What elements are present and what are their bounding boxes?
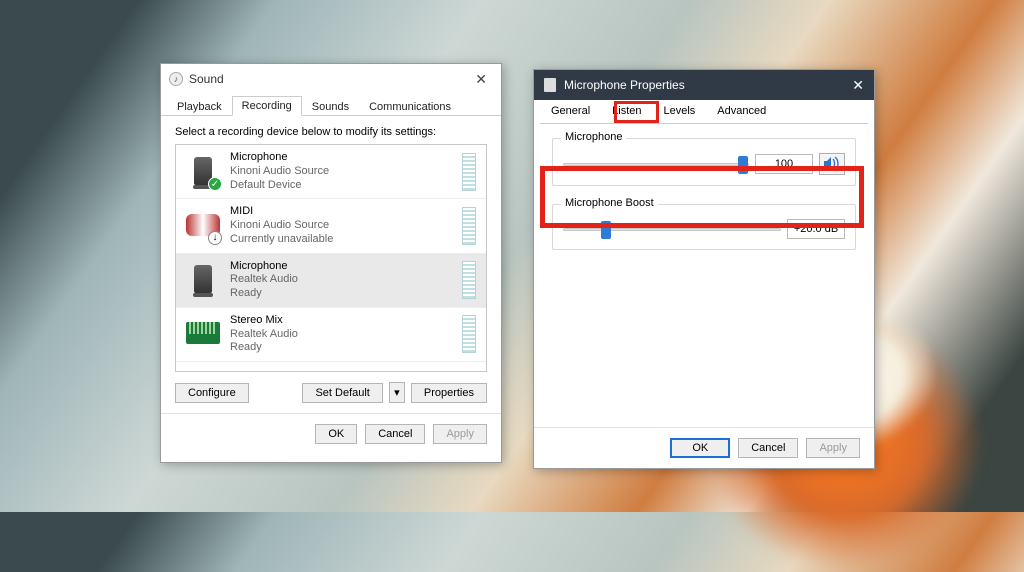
speaker-icon [823,156,841,172]
slider-thumb[interactable] [601,221,611,239]
device-row-mic-kinoni[interactable]: ✓ Microphone Kinoni Audio Source Default… [176,145,486,199]
sound-tabs: Playback Recording Sounds Communications [161,94,501,116]
sound-footer-buttons: OK Cancel Apply [161,413,501,454]
close-icon[interactable]: ✕ [469,71,493,88]
device-list[interactable]: ✓ Microphone Kinoni Audio Source Default… [175,144,487,372]
level-meter [462,261,476,299]
tab-sounds[interactable]: Sounds [302,97,359,116]
sound-icon: ♪ [169,72,183,86]
microphone-boost-slider[interactable] [563,228,781,231]
microphone-level-slider[interactable] [563,163,749,166]
set-default-button[interactable]: Set Default [302,383,382,403]
set-default-dropdown[interactable]: ▾ [389,382,405,403]
properties-button[interactable]: Properties [411,383,487,403]
mic-title-text: Microphone Properties [564,78,685,92]
microphone-level-label: Microphone [561,131,626,143]
device-row-stereo-mix[interactable]: Stereo Mix Realtek Audio Ready [176,308,486,362]
device-text: MIDI Kinoni Audio Source Currently unava… [230,205,333,246]
sound-dialog: ♪ Sound ✕ Playback Recording Sounds Comm… [160,63,502,463]
mic-tabs: General Listen Levels Advanced [540,100,868,124]
cancel-button[interactable]: Cancel [738,438,798,458]
microphone-icon [544,78,556,92]
level-meter [462,315,476,353]
level-meter [462,153,476,191]
level-meter [462,207,476,245]
microphone-level-value[interactable]: 100 [755,154,813,174]
mute-toggle-button[interactable] [819,153,845,175]
sound-instruction: Select a recording device below to modif… [161,116,501,144]
microphone-boost-label: Microphone Boost [561,197,658,209]
microphone-icon: ✓ [186,155,220,189]
sound-title-text: Sound [189,72,224,86]
microphone-icon [186,263,220,297]
microphone-boost-section: Microphone Boost +20.0 dB [552,204,856,250]
sound-card-icon [186,317,220,351]
device-row-midi[interactable]: ↓ MIDI Kinoni Audio Source Currently una… [176,199,486,253]
mic-body: General Listen Levels Advanced Microphon… [534,100,874,250]
down-arrow-badge-icon: ↓ [208,231,222,245]
tab-listen[interactable]: Listen [601,100,652,124]
check-badge-icon: ✓ [208,177,222,191]
microphone-boost-value[interactable]: +20.0 dB [787,219,845,239]
ok-button[interactable]: OK [670,438,730,458]
device-row-mic-realtek[interactable]: Microphone Realtek Audio Ready [176,254,486,308]
ok-button[interactable]: OK [315,424,357,444]
cancel-button[interactable]: Cancel [365,424,425,444]
midi-cable-icon: ↓ [186,209,220,243]
tab-levels[interactable]: Levels [653,100,707,124]
device-buttons-row: Configure Set Default ▾ Properties [161,372,501,413]
tab-advanced[interactable]: Advanced [706,100,777,124]
configure-button[interactable]: Configure [175,383,249,403]
mic-properties-dialog: Microphone Properties ✕ General Listen L… [533,69,875,469]
device-text: Microphone Realtek Audio Ready [230,260,298,301]
apply-button: Apply [806,438,860,458]
mic-titlebar[interactable]: Microphone Properties ✕ [534,70,874,100]
slider-thumb[interactable] [738,156,748,174]
sound-titlebar[interactable]: ♪ Sound ✕ [161,64,501,94]
tab-general[interactable]: General [540,100,601,124]
mic-footer-buttons: OK Cancel Apply [534,427,874,468]
apply-button: Apply [433,424,487,444]
tab-communications[interactable]: Communications [359,97,461,116]
tab-recording[interactable]: Recording [232,96,302,116]
tab-playback[interactable]: Playback [167,97,232,116]
microphone-level-section: Microphone 100 [552,138,856,186]
device-text: Stereo Mix Realtek Audio Ready [230,314,298,355]
device-text: Microphone Kinoni Audio Source Default D… [230,151,329,192]
close-icon[interactable]: ✕ [852,77,864,94]
